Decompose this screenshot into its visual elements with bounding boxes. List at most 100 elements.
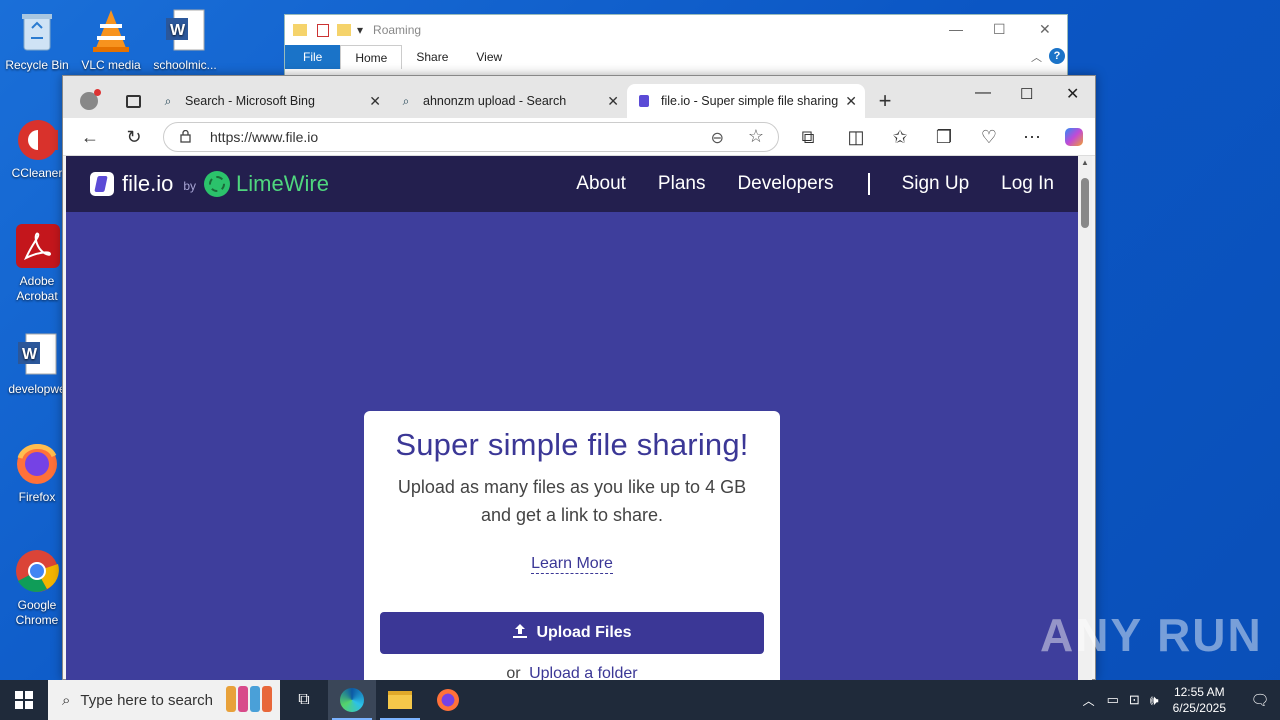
- learn-more-link[interactable]: Learn More: [531, 555, 613, 574]
- wifi-icon[interactable]: ⊡: [1129, 692, 1140, 708]
- close-icon[interactable]: ✕: [1066, 84, 1079, 104]
- upload-files-button[interactable]: Upload Files: [380, 612, 764, 654]
- ribbon-tab-home[interactable]: Home: [340, 45, 403, 69]
- clock[interactable]: 12:55 AM 6/25/2025: [1173, 684, 1226, 716]
- nav-about[interactable]: About: [576, 173, 626, 195]
- profile-button[interactable]: [63, 84, 115, 118]
- taskbar: ⌕ Type here to search ⧉ ︿ ▭ ⊡ 🕪 12:55 AM…: [0, 680, 1280, 720]
- profile-avatar-icon: [80, 89, 101, 110]
- file-explorer-window[interactable]: ▾ Roaming File Home Share View — ☐ ✕ ︿ ?: [284, 14, 1068, 78]
- adobe-acrobat-icon: [14, 224, 60, 270]
- page-scrollbar[interactable]: ▲: [1078, 156, 1092, 681]
- more-options-icon[interactable]: ⋯: [1021, 126, 1043, 148]
- taskbar-file-explorer[interactable]: [376, 680, 424, 720]
- tab-fileio[interactable]: file.io - Super simple file sharing ✕: [627, 84, 865, 118]
- edge-browser-window[interactable]: ⌕ Search - Microsoft Bing ✕ ⌕ ahnonzm up…: [62, 75, 1096, 681]
- back-icon[interactable]: ←: [79, 126, 101, 148]
- maximize-icon[interactable]: ☐: [1020, 85, 1033, 103]
- file-explorer-icon: [388, 691, 412, 709]
- scrollbar-thumb[interactable]: [1081, 178, 1089, 228]
- maximize-icon[interactable]: ☐: [993, 21, 1006, 38]
- notifications-icon[interactable]: 🗨: [1240, 680, 1280, 720]
- nav-log-in[interactable]: Log In: [1001, 173, 1054, 195]
- nav-plans[interactable]: Plans: [658, 173, 706, 195]
- taskbar-edge[interactable]: [328, 680, 376, 720]
- scroll-up-icon[interactable]: ▲: [1081, 158, 1089, 167]
- address-bar[interactable]: https://www.file.io ⊖ ☆: [163, 122, 779, 152]
- close-tab-icon[interactable]: ✕: [369, 93, 381, 110]
- taskbar-search[interactable]: ⌕ Type here to search: [48, 680, 280, 720]
- minimize-icon[interactable]: —: [949, 21, 963, 37]
- upload-card: Super simple file sharing! Upload as man…: [364, 411, 780, 681]
- address-toolbar: ← ↻ https://www.file.io ⊖ ☆ ⧉ ◫ ✩ ❐ ♡ ⋯: [63, 118, 1095, 156]
- nav-divider: [867, 173, 870, 195]
- windows-logo-icon: [15, 691, 33, 709]
- clock-time: 12:55 AM: [1173, 685, 1225, 699]
- edge-icon: [340, 688, 364, 712]
- desktop-icon-schoolmic[interactable]: W schoolmic...: [148, 8, 222, 73]
- search-icon: ⌕: [62, 691, 71, 709]
- nav-sign-up[interactable]: Sign Up: [902, 173, 970, 195]
- clock-date: 6/25/2025: [1172, 701, 1226, 715]
- vlc-cone-icon: [88, 8, 134, 54]
- split-screen-icon[interactable]: ◫: [845, 126, 867, 148]
- site-logo[interactable]: file.io by LimeWire: [90, 171, 329, 197]
- ribbon-collapse-icon[interactable]: ︿: [1031, 49, 1042, 65]
- limewire-logo-icon: [204, 171, 231, 197]
- nav-developers[interactable]: Developers: [737, 173, 833, 195]
- url-text: https://www.file.io: [210, 129, 319, 145]
- word-document-icon: W: [162, 8, 208, 54]
- desktop-icon-label: VLC media: [81, 58, 141, 72]
- search-highlight-icon: [226, 686, 272, 712]
- desktop-icon-vlc[interactable]: VLC media: [74, 8, 148, 73]
- tab-actions-button[interactable]: [115, 84, 151, 118]
- desktop-icon-recycle-bin[interactable]: Recycle Bin: [0, 8, 74, 73]
- upload-folder-link[interactable]: Upload a folder: [529, 665, 638, 681]
- system-tray: ︿ ▭ ⊡ 🕪 12:55 AM 6/25/2025 🗨: [1083, 680, 1280, 720]
- new-folder-icon[interactable]: [337, 24, 351, 36]
- favorite-star-icon[interactable]: ☆: [748, 126, 764, 147]
- firefox-icon: [437, 689, 459, 711]
- help-icon[interactable]: ?: [1049, 48, 1065, 64]
- ribbon-tab-file[interactable]: File: [285, 45, 341, 69]
- tab-title: file.io - Super simple file sharing: [661, 94, 839, 108]
- refresh-icon[interactable]: ↻: [123, 126, 145, 148]
- tab-strip: ⌕ Search - Microsoft Bing ✕ ⌕ ahnonzm up…: [63, 76, 1095, 118]
- start-button[interactable]: [0, 680, 48, 720]
- desktop-icon-label: Recycle Bin: [5, 58, 69, 72]
- tab-bing-search[interactable]: ⌕ Search - Microsoft Bing ✕: [151, 84, 389, 118]
- hero-subtitle: Upload as many files as you like up to 4…: [397, 477, 747, 525]
- ribbon-tab-view[interactable]: View: [462, 45, 516, 69]
- network-icon[interactable]: ▭: [1107, 692, 1119, 708]
- anyrun-watermark: ANY RUN: [1040, 609, 1263, 661]
- reading-mode-icon[interactable]: ⊖: [711, 128, 724, 148]
- site-nav-links: About Plans Developers Sign Up Log In: [544, 156, 1054, 212]
- upload-files-label: Upload Files: [536, 624, 632, 641]
- tab-ahnonzm-search[interactable]: ⌕ ahnonzm upload - Search ✕: [389, 84, 627, 118]
- fileio-favicon-icon: [637, 94, 651, 108]
- taskbar-firefox[interactable]: [424, 680, 472, 720]
- quick-access-dropdown-icon[interactable]: ▾: [357, 23, 363, 37]
- new-tab-icon[interactable]: +: [865, 84, 905, 118]
- close-tab-icon[interactable]: ✕: [607, 93, 619, 110]
- volume-icon[interactable]: 🕪: [1150, 692, 1159, 709]
- browser-essentials-icon[interactable]: ♡: [978, 126, 1000, 148]
- task-view-button[interactable]: ⧉: [280, 680, 328, 720]
- copilot-icon[interactable]: [1063, 126, 1085, 148]
- minimize-icon[interactable]: —: [975, 84, 991, 102]
- word-document-icon: W: [14, 332, 60, 378]
- folder-icon: [293, 24, 307, 36]
- tray-overflow-icon[interactable]: ︿: [1083, 692, 1095, 709]
- collections-icon[interactable]: ❐: [933, 126, 955, 148]
- favorites-icon[interactable]: ✩: [889, 126, 911, 148]
- close-icon[interactable]: ✕: [1039, 21, 1051, 38]
- extensions-icon[interactable]: ⧉: [797, 126, 819, 148]
- or-text: or: [506, 665, 521, 681]
- tab-title: ahnonzm upload - Search: [423, 94, 567, 108]
- ribbon-tab-share[interactable]: Share: [402, 45, 462, 69]
- close-tab-icon[interactable]: ✕: [845, 93, 857, 110]
- desktop-icon-label: schoolmic...: [153, 58, 217, 72]
- site-navbar: file.io by LimeWire About Plans Develope…: [66, 156, 1078, 212]
- properties-icon[interactable]: [317, 23, 329, 37]
- brand-partner: LimeWire: [236, 171, 329, 196]
